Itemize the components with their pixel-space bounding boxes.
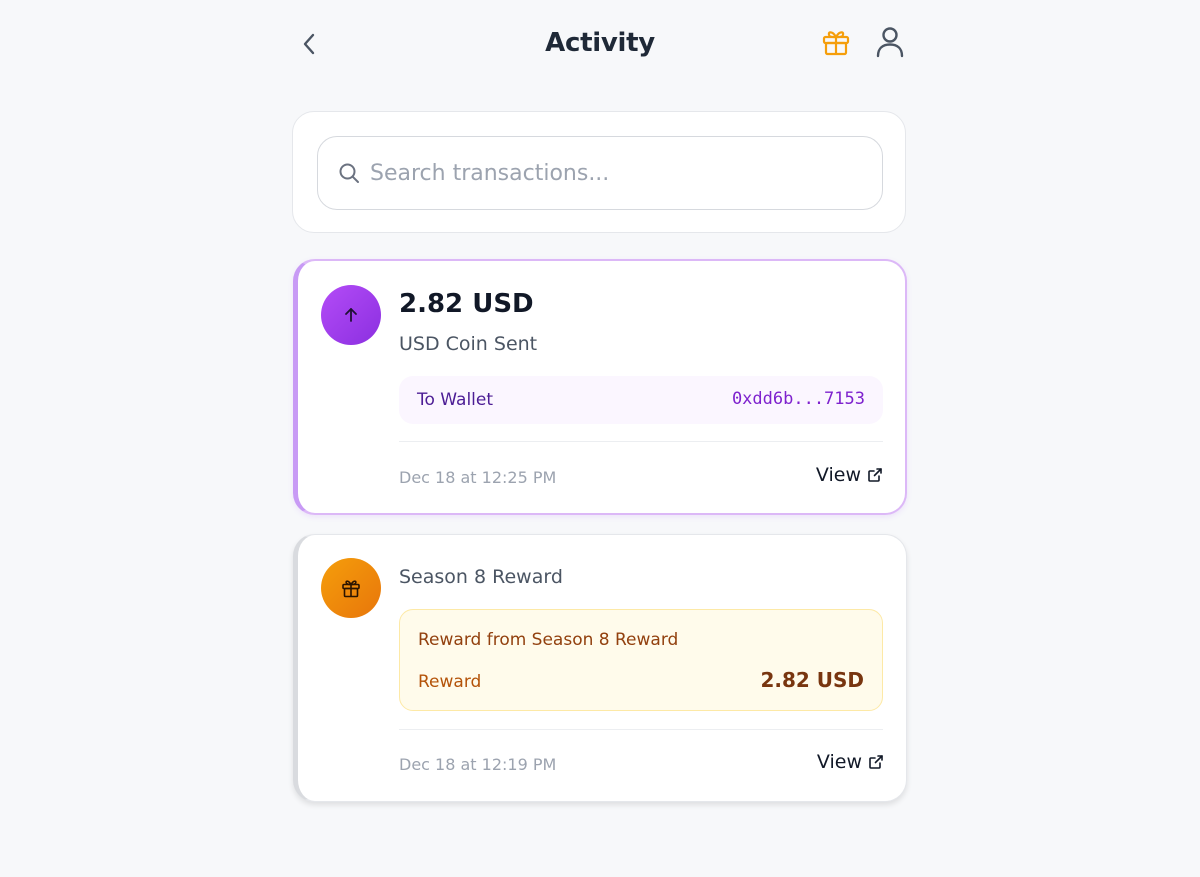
view-label: View [815, 464, 861, 486]
reward-description: Reward from Season 8 Reward [418, 630, 679, 650]
sent-badge [321, 285, 381, 345]
gift-icon [822, 31, 850, 56]
external-link-icon [869, 755, 883, 769]
wallet-address: 0xdd6b...7153 [731, 389, 865, 409]
wallet-label: To Wallet [417, 390, 494, 410]
transaction-subtitle: USD Coin Sent [399, 333, 538, 355]
divider [399, 729, 883, 730]
gift-icon [342, 580, 360, 598]
profile-button[interactable] [872, 24, 908, 60]
search-card [292, 111, 906, 233]
reward-details: Reward from Season 8 Reward Reward 2.82 … [399, 609, 883, 711]
header: Activity [292, 18, 908, 70]
reward-value: 2.82 USD [760, 668, 864, 692]
page-title: Activity [545, 28, 655, 58]
transaction-timestamp: Dec 18 at 12:25 PM [399, 468, 557, 487]
search-icon [339, 163, 359, 183]
transaction-amount: 2.82 USD [399, 289, 534, 319]
search-input[interactable] [370, 151, 860, 195]
reward-badge [321, 558, 381, 618]
arrow-up-icon [345, 308, 357, 322]
transaction-card-reward[interactable]: Season 8 Reward Reward from Season 8 Rew… [293, 534, 907, 802]
reward-label: Reward [418, 672, 482, 692]
view-label: View [816, 751, 862, 773]
rewards-button[interactable] [818, 24, 854, 60]
divider [399, 441, 883, 442]
transaction-card-sent[interactable]: 2.82 USD USD Coin Sent To Wallet 0xdd6b.… [293, 259, 907, 515]
transaction-timestamp: Dec 18 at 12:19 PM [399, 755, 557, 774]
wallet-row: To Wallet 0xdd6b...7153 [399, 376, 883, 424]
view-transaction-link[interactable]: View [817, 751, 884, 773]
transaction-title: Season 8 Reward [399, 566, 563, 588]
view-transaction-link[interactable]: View [816, 464, 883, 486]
user-icon [876, 27, 904, 58]
search-box[interactable] [317, 136, 883, 210]
external-link-icon [868, 468, 882, 482]
